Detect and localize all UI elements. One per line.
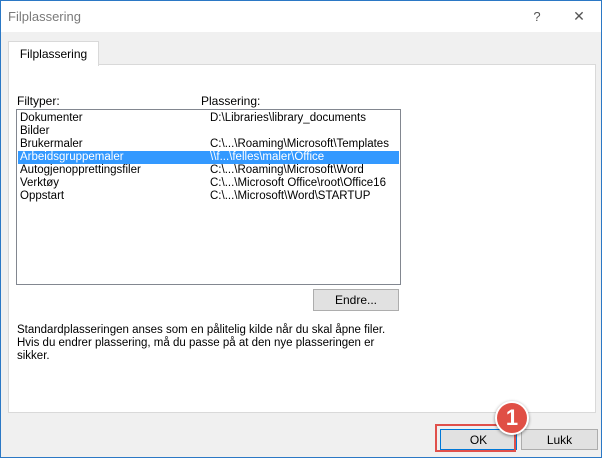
change-button[interactable]: Endre...: [313, 289, 399, 311]
location-cell: \\f...\felles\maler\Office: [210, 151, 325, 163]
list-item[interactable]: Verktøy C:\...\Microsoft Office\root\Off…: [18, 177, 399, 190]
list-item[interactable]: Oppstart C:\...\Microsoft\Word\STARTUP: [18, 190, 399, 203]
help-button[interactable]: ?: [524, 5, 550, 27]
close-button[interactable]: Lukk: [521, 429, 598, 450]
location-cell: C:\...\Microsoft Office\root\Office16: [210, 177, 386, 189]
file-location-list[interactable]: Dokumenter D:\Libraries\library_document…: [16, 109, 401, 285]
file-type-cell: Arbeidsgruppemaler: [20, 151, 124, 163]
title-bar: Filplassering ? ✕: [1, 1, 601, 32]
dialog-body: Filplassering Filtyper: Plassering: Doku…: [1, 32, 601, 457]
location-cell: C:\...\Microsoft\Word\STARTUP: [210, 190, 371, 202]
location-cell: D:\Libraries\library_documents: [210, 112, 366, 124]
location-header: Plassering:: [201, 94, 261, 108]
list-item[interactable]: Dokumenter D:\Libraries\library_document…: [18, 112, 399, 125]
file-type-cell: Oppstart: [20, 190, 65, 202]
list-item[interactable]: Autogjenopprettingsfiler C:\...\Roaming\…: [18, 164, 399, 177]
list-item[interactable]: Bilder: [18, 125, 399, 138]
list-item[interactable]: Brukermaler C:\...\Roaming\Microsoft\Tem…: [18, 138, 399, 151]
file-type-cell: Bilder: [20, 125, 50, 137]
list-item-selected[interactable]: Arbeidsgruppemaler \\f...\felles\maler\O…: [18, 151, 399, 164]
file-type-cell: Dokumenter: [20, 112, 83, 124]
tab-panel: Filtyper: Plassering: Dokumenter D:\Libr…: [8, 64, 596, 413]
window-title: Filplassering: [8, 9, 81, 24]
location-cell: C:\...\Roaming\Microsoft\Word: [210, 164, 364, 176]
tab-filplassering[interactable]: Filplassering: [8, 41, 99, 66]
file-type-cell: Autogjenopprettingsfiler: [20, 164, 141, 176]
info-text: Standardplasseringen anses som en pålite…: [17, 324, 386, 362]
dialog-window: Filplassering ? ✕ Filplassering Filtyper…: [0, 0, 602, 458]
close-icon[interactable]: ✕: [566, 5, 592, 27]
file-type-cell: Brukermaler: [20, 138, 83, 150]
location-cell: C:\...\Roaming\Microsoft\Templates: [210, 138, 389, 150]
file-types-header: Filtyper:: [17, 94, 60, 108]
file-type-cell: Verktøy: [20, 177, 59, 189]
step-badge: 1: [495, 401, 529, 435]
